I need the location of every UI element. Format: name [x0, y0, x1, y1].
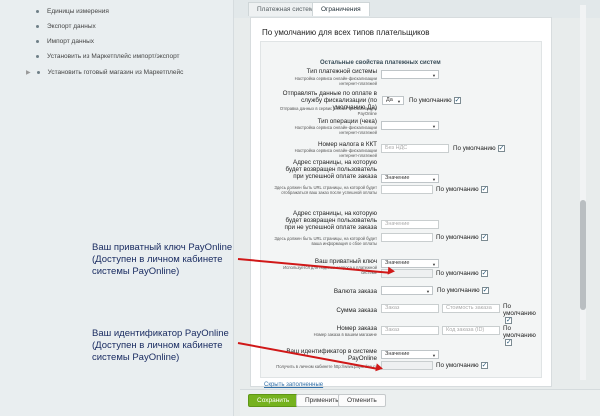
default-label: По умолчанию — [437, 287, 480, 294]
annotation-private-key: Ваш приватный ключ PayOnline (Доступен в… — [92, 242, 233, 277]
fiscal-select[interactable]: Да — [382, 96, 404, 105]
fail-url-default[interactable]: По умолчанию — [436, 233, 488, 241]
default-label: По умолчанию — [503, 325, 536, 339]
default-checkbox[interactable] — [480, 185, 488, 193]
fiscal-hint: Отправка данных в сервис онлайн-фискализ… — [279, 106, 377, 116]
default-checkbox[interactable] — [481, 286, 489, 294]
bullet-icon — [36, 40, 39, 43]
merchant-id-default[interactable]: По умолчанию — [436, 361, 488, 369]
default-label: По умолчанию — [453, 145, 496, 152]
default-checkbox[interactable] — [505, 316, 512, 324]
sum-mode-select[interactable]: Заказ — [381, 304, 439, 313]
scrollbar-track[interactable] — [580, 5, 586, 380]
default-label: По умолчанию — [436, 362, 479, 369]
save-button[interactable]: Сохранить — [248, 394, 299, 407]
op-type-label: Тип операции (чека) — [317, 118, 377, 125]
fiscal-default[interactable]: По умолчанию — [409, 96, 461, 104]
default-label: По умолчанию — [503, 303, 536, 317]
hide-filled-link[interactable]: Скрыть заполненные — [264, 382, 323, 388]
page-title: По умолчанию для всех типов плательщиков — [262, 28, 430, 37]
cash-type-label: Тип платежной системы — [306, 68, 377, 75]
section-title: Остальные свойства платежных систем — [320, 60, 441, 66]
currency-label: Валюта заказа — [333, 288, 377, 295]
bullet-icon — [36, 71, 40, 74]
sidebar-item-import[interactable]: Импорт данных — [36, 38, 94, 45]
sum-label: Сумма заказа — [336, 307, 377, 314]
default-checkbox[interactable] — [453, 96, 461, 104]
cash-type-select[interactable] — [381, 70, 439, 79]
sum-value-select[interactable]: Стоимость заказа — [442, 304, 500, 313]
op-type-select[interactable] — [381, 121, 439, 130]
success-url-label: Адрес страницы, на которую будет возвращ… — [285, 159, 377, 180]
fail-url-input[interactable] — [381, 233, 433, 242]
scrollbar-thumb[interactable] — [580, 200, 586, 310]
bullet-icon — [36, 55, 39, 58]
op-type-hint: Настройка сервиса онлайн-фискализации ин… — [294, 125, 377, 135]
bullet-icon — [36, 25, 39, 28]
chevron-right-icon: ▶ — [26, 70, 31, 76]
sidebar-item-market-shop[interactable]: ▶ Установить готовый магазин из Маркетпл… — [26, 69, 183, 76]
sidebar-item-label: Установить готовый магазин из Маркетплей… — [47, 69, 184, 76]
merchant-id-input[interactable] — [381, 361, 433, 370]
bullet-icon — [36, 10, 39, 13]
order-num-mode-select[interactable]: Заказ — [381, 326, 439, 335]
arrowhead-icon — [387, 266, 396, 276]
default-checkbox[interactable] — [480, 233, 488, 241]
fail-url-mode-select[interactable]: Значение — [381, 220, 439, 229]
success-url-mode-select[interactable]: Значение — [381, 174, 439, 183]
vat-label: Номер налога в ККТ — [317, 141, 377, 148]
order-num-default[interactable]: По умолчанию — [503, 325, 538, 346]
success-url-hint: Здесь должен быть URL страницы, на котор… — [274, 185, 377, 195]
vat-hint: Настройка сервиса онлайн-фискализации ин… — [294, 148, 377, 158]
vat-default[interactable]: По умолчанию — [453, 144, 505, 152]
default-checkbox[interactable] — [505, 338, 512, 346]
order-num-label: Номер заказа — [336, 325, 377, 332]
sidebar-item-label: Экспорт данных — [47, 23, 96, 30]
private-key-default[interactable]: По умолчанию — [436, 269, 488, 277]
fail-url-label: Адрес страницы, на которую будет возвращ… — [284, 210, 377, 231]
tab-restrictions[interactable]: Ограничения — [312, 2, 370, 16]
success-url-default[interactable]: По умолчанию — [436, 185, 488, 193]
default-label: По умолчанию — [409, 97, 452, 104]
currency-default[interactable]: По умолчанию — [437, 286, 489, 294]
sidebar-item-units[interactable]: Единицы измерения — [36, 8, 109, 15]
sidebar-item-export[interactable]: Экспорт данных — [36, 23, 96, 30]
order-num-hint: Номер заказа в вашем магазине — [313, 332, 377, 337]
fail-url-hint: Здесь должен быть URL страницы, на котор… — [274, 236, 377, 246]
success-url-input[interactable] — [381, 185, 433, 194]
sidebar-item-label: Импорт данных — [47, 38, 95, 45]
sidebar-item-market-import[interactable]: Установить из Маркетплейс импорт/экспорт — [36, 53, 180, 60]
currency-select[interactable] — [381, 286, 433, 295]
default-label: По умолчанию — [436, 270, 479, 277]
cash-type-hint: Настройка сервиса онлайн-фискализации ин… — [294, 76, 377, 86]
default-label: По умолчанию — [436, 234, 479, 241]
arrowhead-icon — [375, 363, 384, 373]
merchant-id-mode-select[interactable]: Значение — [381, 350, 439, 359]
cancel-button[interactable]: Отменить — [338, 394, 386, 407]
sidebar-item-label: Установить из Маркетплейс импорт/экспорт — [47, 53, 180, 60]
vat-select[interactable]: Без НДС — [381, 144, 449, 153]
sum-default[interactable]: По умолчанию — [503, 303, 538, 324]
default-checkbox[interactable] — [480, 361, 488, 369]
annotation-merchant-id: Ваш идентификатор PayOnline (Доступен в … — [92, 328, 229, 363]
default-label: По умолчанию — [436, 186, 479, 193]
sidebar-item-label: Единицы измерения — [47, 8, 109, 15]
order-num-value-select[interactable]: Код заказа (ID) — [442, 326, 500, 335]
default-checkbox[interactable] — [480, 269, 488, 277]
default-checkbox[interactable] — [497, 144, 505, 152]
